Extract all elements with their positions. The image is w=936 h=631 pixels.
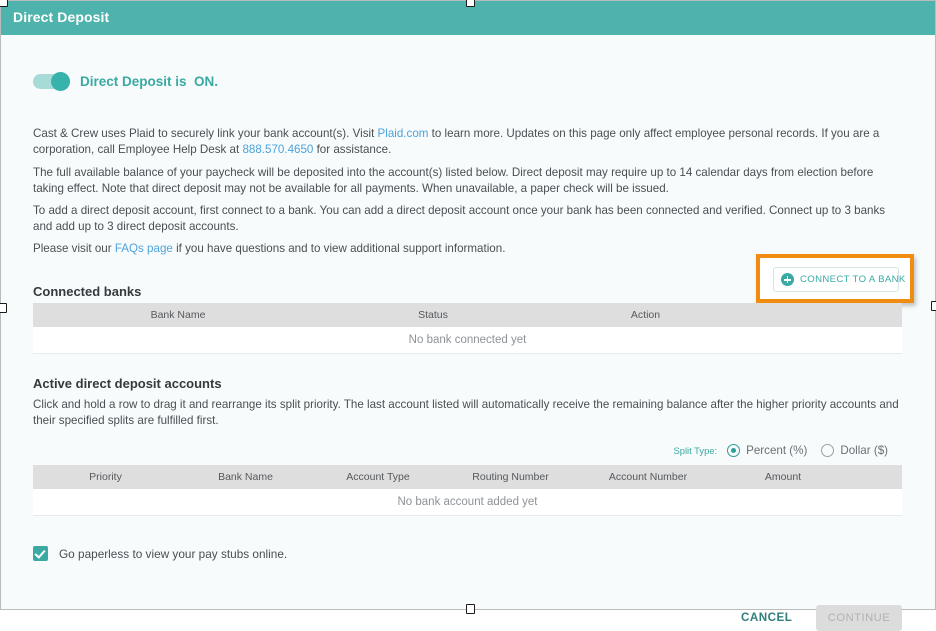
split-type-row: Split Type: Percent (%) Dollar ($) <box>674 444 903 457</box>
split-type-percent-option[interactable]: Percent (%) <box>727 444 807 457</box>
direct-deposit-toggle[interactable] <box>33 72 70 91</box>
connect-to-bank-button[interactable]: CONNECT TO A BANK <box>773 267 905 292</box>
continue-button[interactable]: CONTINUE <box>816 605 902 631</box>
connect-to-bank-highlight: CONNECT TO A BANK <box>756 254 914 303</box>
column-header-priority: Priority <box>89 471 122 483</box>
connected-banks-table: Bank Name Status Action No bank connecte… <box>33 303 902 354</box>
column-header-acct-bank-name: Bank Name <box>218 471 273 483</box>
page-content: Direct Deposit is ON. Cast & Crew uses P… <box>1 35 935 631</box>
help-desk-phone-link[interactable]: 888.570.4650 <box>242 143 313 156</box>
direct-deposit-toggle-label: Direct Deposit is ON. <box>80 74 219 89</box>
go-paperless-row[interactable]: Go paperless to view your pay stubs onli… <box>33 546 287 561</box>
column-header-bank-name: Bank Name <box>150 309 206 321</box>
column-header-account-number: Account Number <box>608 471 688 483</box>
plus-circle-icon <box>781 273 794 286</box>
selection-handle-left-middle[interactable] <box>0 303 7 313</box>
connected-banks-heading: Connected banks <box>33 284 142 299</box>
split-type-dollar-option[interactable]: Dollar ($) <box>821 444 888 457</box>
intro-paragraph-plaid: Cast & Crew uses Plaid to securely link … <box>33 126 902 158</box>
active-accounts-heading: Active direct deposit accounts <box>33 376 222 391</box>
selection-handle-top-left[interactable] <box>0 0 8 7</box>
intro-text-3: for assistance. <box>313 143 392 156</box>
faqs-page-link[interactable]: FAQs page <box>115 242 173 255</box>
selection-handle-right-middle[interactable] <box>931 301 936 311</box>
faq-text-1: Please visit our <box>33 242 115 255</box>
connected-banks-empty-row: No bank connected yet <box>33 327 902 353</box>
balance-paragraph: The full available balance of your paych… <box>33 166 874 195</box>
column-header-account-type: Account Type <box>346 471 410 483</box>
active-accounts-empty-row: No bank account added yet <box>33 489 902 515</box>
active-accounts-table-header: Priority Bank Name Account Type Routing … <box>33 465 902 489</box>
radio-dollar-icon[interactable] <box>821 444 835 457</box>
cancel-button[interactable]: CANCEL <box>741 611 792 624</box>
direct-deposit-toggle-row[interactable]: Direct Deposit is ON. <box>33 72 219 91</box>
column-header-amount: Amount <box>764 471 802 483</box>
connected-banks-table-header: Bank Name Status Action <box>33 303 902 327</box>
column-header-action: Action <box>630 309 661 321</box>
toggle-knob <box>51 72 70 91</box>
go-paperless-checkbox[interactable] <box>33 546 48 561</box>
split-type-label: Split Type: <box>673 445 718 456</box>
column-header-routing-number: Routing Number <box>472 471 549 483</box>
selection-handle-bottom-center[interactable] <box>466 604 475 614</box>
column-header-status: Status <box>418 309 448 321</box>
faq-text-2: if you have questions and to view additi… <box>172 242 506 255</box>
intro-text-1: Cast & Crew uses Plaid to securely link … <box>33 127 378 140</box>
direct-deposit-page: Direct Deposit Direct Deposit is ON. Cas… <box>0 0 936 631</box>
split-type-percent-label: Percent (%) <box>746 444 808 457</box>
go-paperless-label: Go paperless to view your pay stubs onli… <box>59 546 288 561</box>
radio-percent-icon[interactable] <box>727 444 741 457</box>
active-accounts-description: Click and hold a row to drag it and rear… <box>33 398 899 427</box>
add-account-paragraph: To add a direct deposit account, first c… <box>33 204 886 233</box>
selection-handle-top-center[interactable] <box>466 0 475 7</box>
page-title: Direct Deposit <box>13 9 110 25</box>
split-type-dollar-label: Dollar ($) <box>840 444 888 457</box>
connect-to-bank-label: CONNECT TO A BANK <box>800 274 906 285</box>
plaid-link[interactable]: Plaid.com <box>378 127 429 140</box>
active-accounts-table: Priority Bank Name Account Type Routing … <box>33 465 902 516</box>
